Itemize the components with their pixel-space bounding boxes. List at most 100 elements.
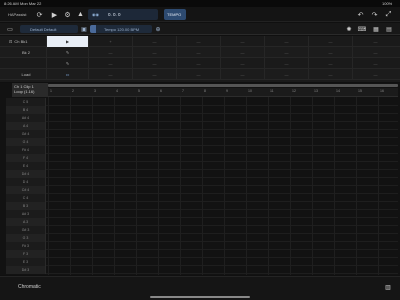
piano-key[interactable]: C 5	[6, 98, 46, 106]
clip-cell[interactable]: —	[352, 36, 398, 47]
grid-line	[136, 97, 137, 275]
piano-key[interactable]: A# 3	[6, 210, 46, 218]
clip-cell[interactable]: —	[176, 69, 220, 80]
piano-key[interactable]: F# 4	[6, 146, 46, 154]
clip-cell[interactable]: —	[264, 69, 308, 80]
clip-cell[interactable]: —	[220, 58, 264, 69]
preset-selector[interactable]: Default Default	[20, 25, 78, 33]
track-label[interactable]: Bk 2	[6, 47, 46, 58]
clip-cell[interactable]: —	[308, 47, 352, 58]
piano-key[interactable]: D# 3	[6, 266, 46, 274]
clip-cell[interactable]: —	[132, 58, 176, 69]
piano-key[interactable]: F 3	[6, 250, 46, 258]
gear-icon[interactable]: ⚙	[63, 10, 72, 19]
clip-cell[interactable]: —	[264, 36, 308, 47]
clip-cell[interactable]: —	[132, 47, 176, 58]
clip-cell[interactable]: —	[352, 69, 398, 80]
keyboard-icon[interactable]: ⌨	[358, 25, 367, 33]
clip-cell[interactable]: +	[88, 36, 132, 47]
clip-cell[interactable]: —	[132, 69, 176, 80]
timeline-ruler[interactable]: 1 2 3 4 5 6 7 8 9 10 11 12 13 14 15 16	[48, 88, 398, 97]
expand-icon[interactable]: ⤢	[384, 10, 393, 19]
clip-cell[interactable]: —	[176, 47, 220, 58]
clip-info: Ch 1 Clip 1 Loop (1.16)	[12, 83, 48, 97]
clip-cell[interactable]: —	[88, 58, 132, 69]
piano-key[interactable]: D# 4	[6, 170, 46, 178]
clip-cell[interactable]: —	[352, 58, 398, 69]
clip-cell[interactable]: —	[176, 58, 220, 69]
transport-display[interactable]: ◉◉ 0. 0. 0	[88, 9, 158, 20]
piano-key[interactable]: D 4	[6, 178, 46, 186]
clip-cell[interactable]: —	[88, 47, 132, 58]
ruler-tick: 8	[204, 89, 206, 93]
transport-position: 0. 0. 0	[108, 12, 121, 17]
ruler-tick: 7	[182, 89, 184, 93]
save-icon[interactable]: ▣	[80, 25, 88, 33]
grid-line	[224, 97, 225, 275]
status-date: Mon Mar 22	[20, 1, 42, 6]
clip-cell[interactable]: —	[264, 47, 308, 58]
play-cell[interactable]: ▶	[46, 36, 88, 47]
folder-icon[interactable]: ▭	[46, 69, 88, 80]
piano-key[interactable]: C# 4	[6, 186, 46, 194]
piano-key[interactable]: G 3	[6, 234, 46, 242]
piano-key[interactable]: A# 4	[6, 114, 46, 122]
piano-key[interactable]: G# 4	[6, 130, 46, 138]
grid-line	[268, 97, 269, 275]
scale-selector[interactable]: Chromatic	[18, 284, 41, 290]
add-icon[interactable]: ⊕	[154, 25, 162, 33]
tempo-field[interactable]: Tempo 120.00 BPM	[90, 25, 152, 33]
transport-mode: ◉◉	[92, 12, 99, 17]
ruler-tick: 15	[358, 89, 362, 93]
clip-cell[interactable]: —	[220, 69, 264, 80]
clip-cell[interactable]: —	[220, 47, 264, 58]
clip-cell[interactable]: —	[220, 36, 264, 47]
horizontal-scrollbar[interactable]	[48, 84, 398, 87]
clip-cell[interactable]: —	[132, 36, 176, 47]
metronome-icon[interactable]: ▲	[76, 10, 85, 19]
piano-key[interactable]: B 4	[6, 106, 46, 114]
track-label[interactable]: Load	[6, 69, 46, 80]
play-icon[interactable]: ▶	[50, 10, 59, 19]
mixer-icon[interactable]: ▦	[372, 25, 380, 33]
piano-key[interactable]: C 4	[6, 194, 46, 202]
ruler-tick: 6	[160, 89, 162, 93]
piano-key[interactable]: F 4	[6, 154, 46, 162]
tempo-button[interactable]: TEMPO	[164, 9, 186, 20]
grid-icon[interactable]: ▤	[385, 25, 393, 33]
status-bar: 8:26 AM Mon Mar 22 100%	[0, 0, 400, 7]
sun-icon[interactable]: ✺	[345, 25, 353, 33]
clip-cell[interactable]: —	[308, 69, 352, 80]
clip-cell[interactable]: —	[352, 47, 398, 58]
piano-key[interactable]: E 4	[6, 162, 46, 170]
piano-key[interactable]: A 3	[6, 218, 46, 226]
piano-key[interactable]: G 4	[6, 138, 46, 146]
top-toolbar: HAPassist ⟳ ▶ ⚙ ▲ ◉◉ 0. 0. 0 TEMPO ↶ ↷ ⤢	[0, 7, 400, 22]
refresh-icon[interactable]: ⟳	[35, 10, 44, 19]
undo-icon[interactable]: ↶	[356, 10, 365, 19]
clip-cell[interactable]: —	[308, 58, 352, 69]
edit-icon[interactable]: ✎	[46, 47, 88, 58]
grid-line	[180, 97, 181, 275]
clip-cell[interactable]: —	[264, 58, 308, 69]
ruler-tick: 5	[138, 89, 140, 93]
piano-key[interactable]: A 4	[6, 122, 46, 130]
ruler-tick: 13	[314, 89, 318, 93]
secondary-bar: ▭ Default Default ▣ Tempo 120.00 BPM ⊕ ✺…	[0, 23, 400, 35]
piano-key[interactable]: B 3	[6, 202, 46, 210]
piano-key[interactable]: G# 3	[6, 226, 46, 234]
redo-icon[interactable]: ↷	[370, 10, 379, 19]
track-label[interactable]: ⊡ Ch Bk1	[6, 36, 46, 47]
clip-cell[interactable]: —	[308, 36, 352, 47]
folder-icon[interactable]: ▭	[6, 25, 14, 33]
clip-cell[interactable]: —	[88, 69, 132, 80]
grid-line	[92, 97, 93, 275]
edit-icon[interactable]: ✎	[46, 58, 88, 69]
clip-cell[interactable]: —	[176, 36, 220, 47]
ruler-tick: 10	[248, 89, 252, 93]
grid-line	[114, 97, 115, 275]
piano-key[interactable]: E 3	[6, 258, 46, 266]
sidebar-toggle-icon[interactable]: ▥	[384, 283, 392, 291]
track-label[interactable]	[6, 58, 46, 69]
piano-key[interactable]: F# 3	[6, 242, 46, 250]
